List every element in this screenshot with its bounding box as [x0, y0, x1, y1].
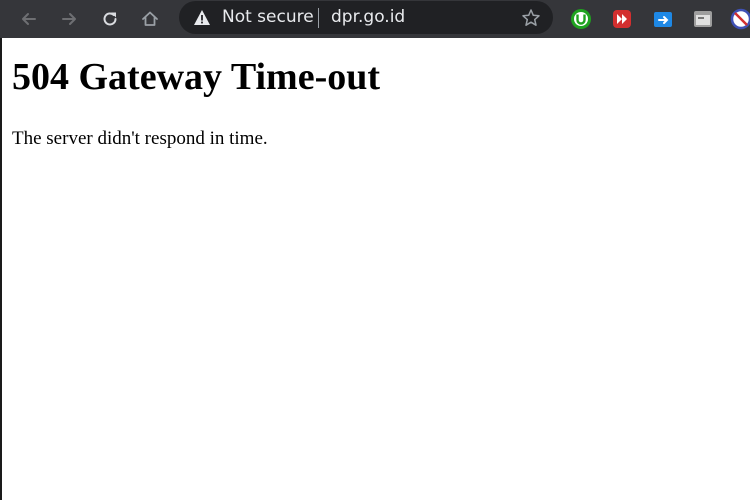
gray-window-icon [694, 11, 712, 27]
warning-triangle-icon[interactable] [193, 9, 211, 26]
browser-toolbar: Not secure dpr.go.id [0, 0, 750, 38]
security-status-label[interactable]: Not secure [222, 7, 314, 28]
extension-utorrent[interactable] [570, 8, 592, 30]
forward-button[interactable] [54, 4, 84, 34]
omnibox-divider [318, 8, 319, 28]
utorrent-icon [571, 9, 591, 29]
star-outline-icon[interactable] [521, 8, 541, 28]
back-button[interactable] [14, 4, 44, 34]
url-text[interactable]: dpr.go.id [331, 7, 405, 28]
extension-blocked[interactable] [730, 8, 750, 30]
address-bar[interactable]: Not secure dpr.go.id [179, 1, 553, 34]
home-button[interactable] [135, 4, 165, 34]
arrow-right-icon [62, 13, 76, 25]
red-forward-icon [613, 10, 631, 28]
extension-gray-window[interactable] [692, 8, 714, 30]
blue-arrow-icon [654, 12, 672, 27]
home-icon [142, 11, 158, 26]
window-edge [0, 38, 2, 500]
error-heading: 504 Gateway Time-out [12, 56, 381, 98]
blocked-circle-icon [730, 8, 750, 30]
reload-button[interactable] [95, 4, 125, 34]
reload-icon [103, 12, 117, 26]
extension-blue-arrow[interactable] [652, 8, 674, 30]
extension-red-forward[interactable] [611, 8, 633, 30]
arrow-left-icon [22, 13, 36, 25]
error-message: The server didn't respond in time. [12, 128, 268, 149]
